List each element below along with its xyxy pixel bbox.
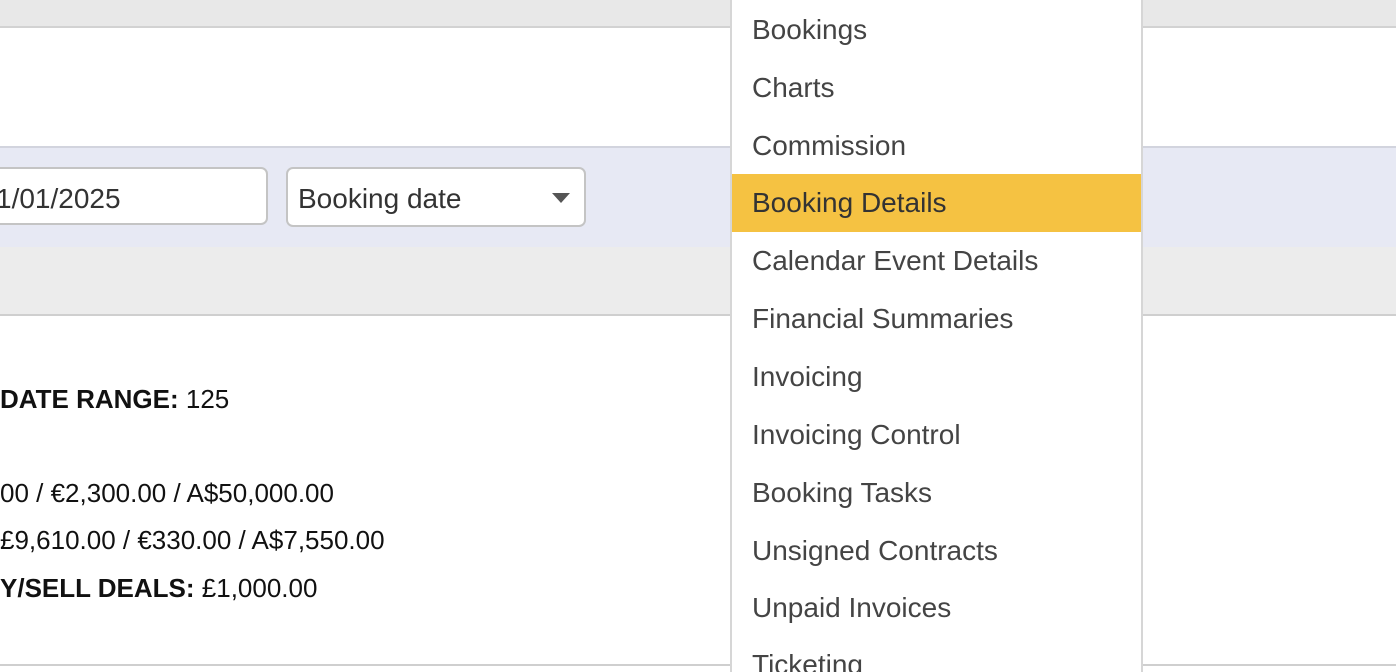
- summary-date-range-label: DATE RANGE:: [0, 384, 179, 414]
- menu-item-calendar-event-details[interactable]: Calendar Event Details: [732, 232, 1141, 290]
- toolbar-band: [0, 247, 1396, 316]
- summary-buy-sell-value: £1,000.00: [201, 573, 318, 603]
- summary-buy-sell-label: Y/SELL DEALS:: [0, 573, 195, 603]
- chevron-down-icon: [552, 193, 570, 203]
- summary-totals-value: 00 / €2,300.00 / A$50,000.00: [0, 478, 334, 508]
- summary-date-range-value: 125: [185, 384, 230, 414]
- top-strip: [0, 0, 1396, 28]
- summary-commission-value: £9,610.00 / €330.00 / A$7,550.00: [0, 525, 385, 555]
- menu-item-unpaid-invoices[interactable]: Unpaid Invoices: [732, 579, 1141, 637]
- summary-line-totals: 00 / €2,300.00 / A$50,000.00: [0, 478, 334, 509]
- summary-line-buy-sell: Y/SELL DEALS: £1,000.00: [0, 573, 317, 604]
- menu-item-financial-summaries[interactable]: Financial Summaries: [732, 290, 1141, 348]
- menu-item-invoicing[interactable]: Invoicing: [732, 348, 1141, 406]
- menu-item-unsigned-contracts[interactable]: Unsigned Contracts: [732, 522, 1141, 580]
- summary-line-date-range: DATE RANGE: 125: [0, 384, 229, 415]
- menu-item-commission[interactable]: Commission: [732, 117, 1141, 175]
- menu-item-booking-tasks[interactable]: Booking Tasks: [732, 464, 1141, 522]
- summary-line-commission: £9,610.00 / €330.00 / A$7,550.00: [0, 525, 385, 556]
- title-row: t: [0, 28, 1396, 146]
- menu-item-ticketing[interactable]: Ticketing: [732, 636, 1141, 672]
- date-type-select[interactable]: Booking date: [286, 167, 586, 227]
- divider: [0, 664, 1396, 666]
- menu-item-charts[interactable]: Charts: [732, 59, 1141, 117]
- filter-bar: 1/01/2025 Booking date: [0, 146, 1396, 249]
- date-input-value: 1/01/2025: [0, 183, 121, 214]
- menu-item-invoicing-control[interactable]: Invoicing Control: [732, 406, 1141, 464]
- summary-panel: DATE RANGE: 125 00 / €2,300.00 / A$50,00…: [0, 316, 1396, 664]
- report-type-menu: Bookings Charts Commission Booking Detai…: [730, 0, 1143, 672]
- menu-item-booking-details[interactable]: Booking Details: [732, 174, 1141, 232]
- date-type-select-value: Booking date: [298, 183, 462, 214]
- menu-item-bookings[interactable]: Bookings: [732, 1, 1141, 59]
- date-input[interactable]: 1/01/2025: [0, 167, 268, 225]
